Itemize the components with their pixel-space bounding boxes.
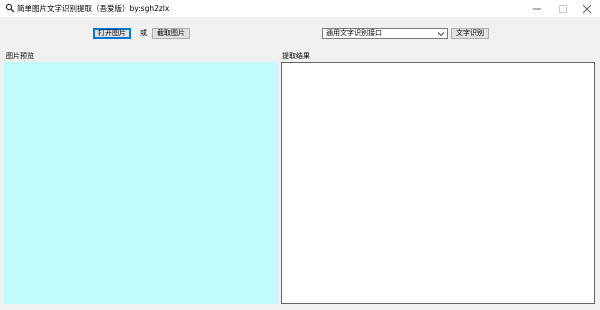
close-button[interactable] xyxy=(574,0,600,17)
result-textbox[interactable] xyxy=(281,62,595,304)
minimize-button[interactable] xyxy=(524,0,550,17)
capture-image-button[interactable]: 截取图片 xyxy=(152,28,190,39)
app-window: 简单图片文字识别提取（吾爱版）by:sgh2zlx 打开图片 或 截取图片 通用… xyxy=(0,0,600,310)
maximize-icon xyxy=(559,4,567,13)
title-bar[interactable]: 简单图片文字识别提取（吾爱版）by:sgh2zlx xyxy=(0,0,600,17)
close-icon xyxy=(583,4,591,13)
open-image-button[interactable]: 打开图片 xyxy=(93,28,131,39)
maximize-button[interactable] xyxy=(550,0,576,17)
magnifier-icon xyxy=(5,3,15,13)
chevron-down-icon xyxy=(437,30,445,38)
minimize-icon xyxy=(533,8,541,9)
api-select[interactable]: 通用文字识别接口 xyxy=(322,28,448,39)
recognize-button[interactable]: 文字识别 xyxy=(451,28,489,39)
preview-label: 图片预览 xyxy=(6,52,34,60)
api-select-value: 通用文字识别接口 xyxy=(326,29,382,37)
window-title: 简单图片文字识别提取（吾爱版）by:sgh2zlx xyxy=(17,4,170,13)
image-preview-area[interactable] xyxy=(4,62,278,304)
result-label: 提取结果 xyxy=(282,52,310,60)
or-label: 或 xyxy=(140,29,147,37)
